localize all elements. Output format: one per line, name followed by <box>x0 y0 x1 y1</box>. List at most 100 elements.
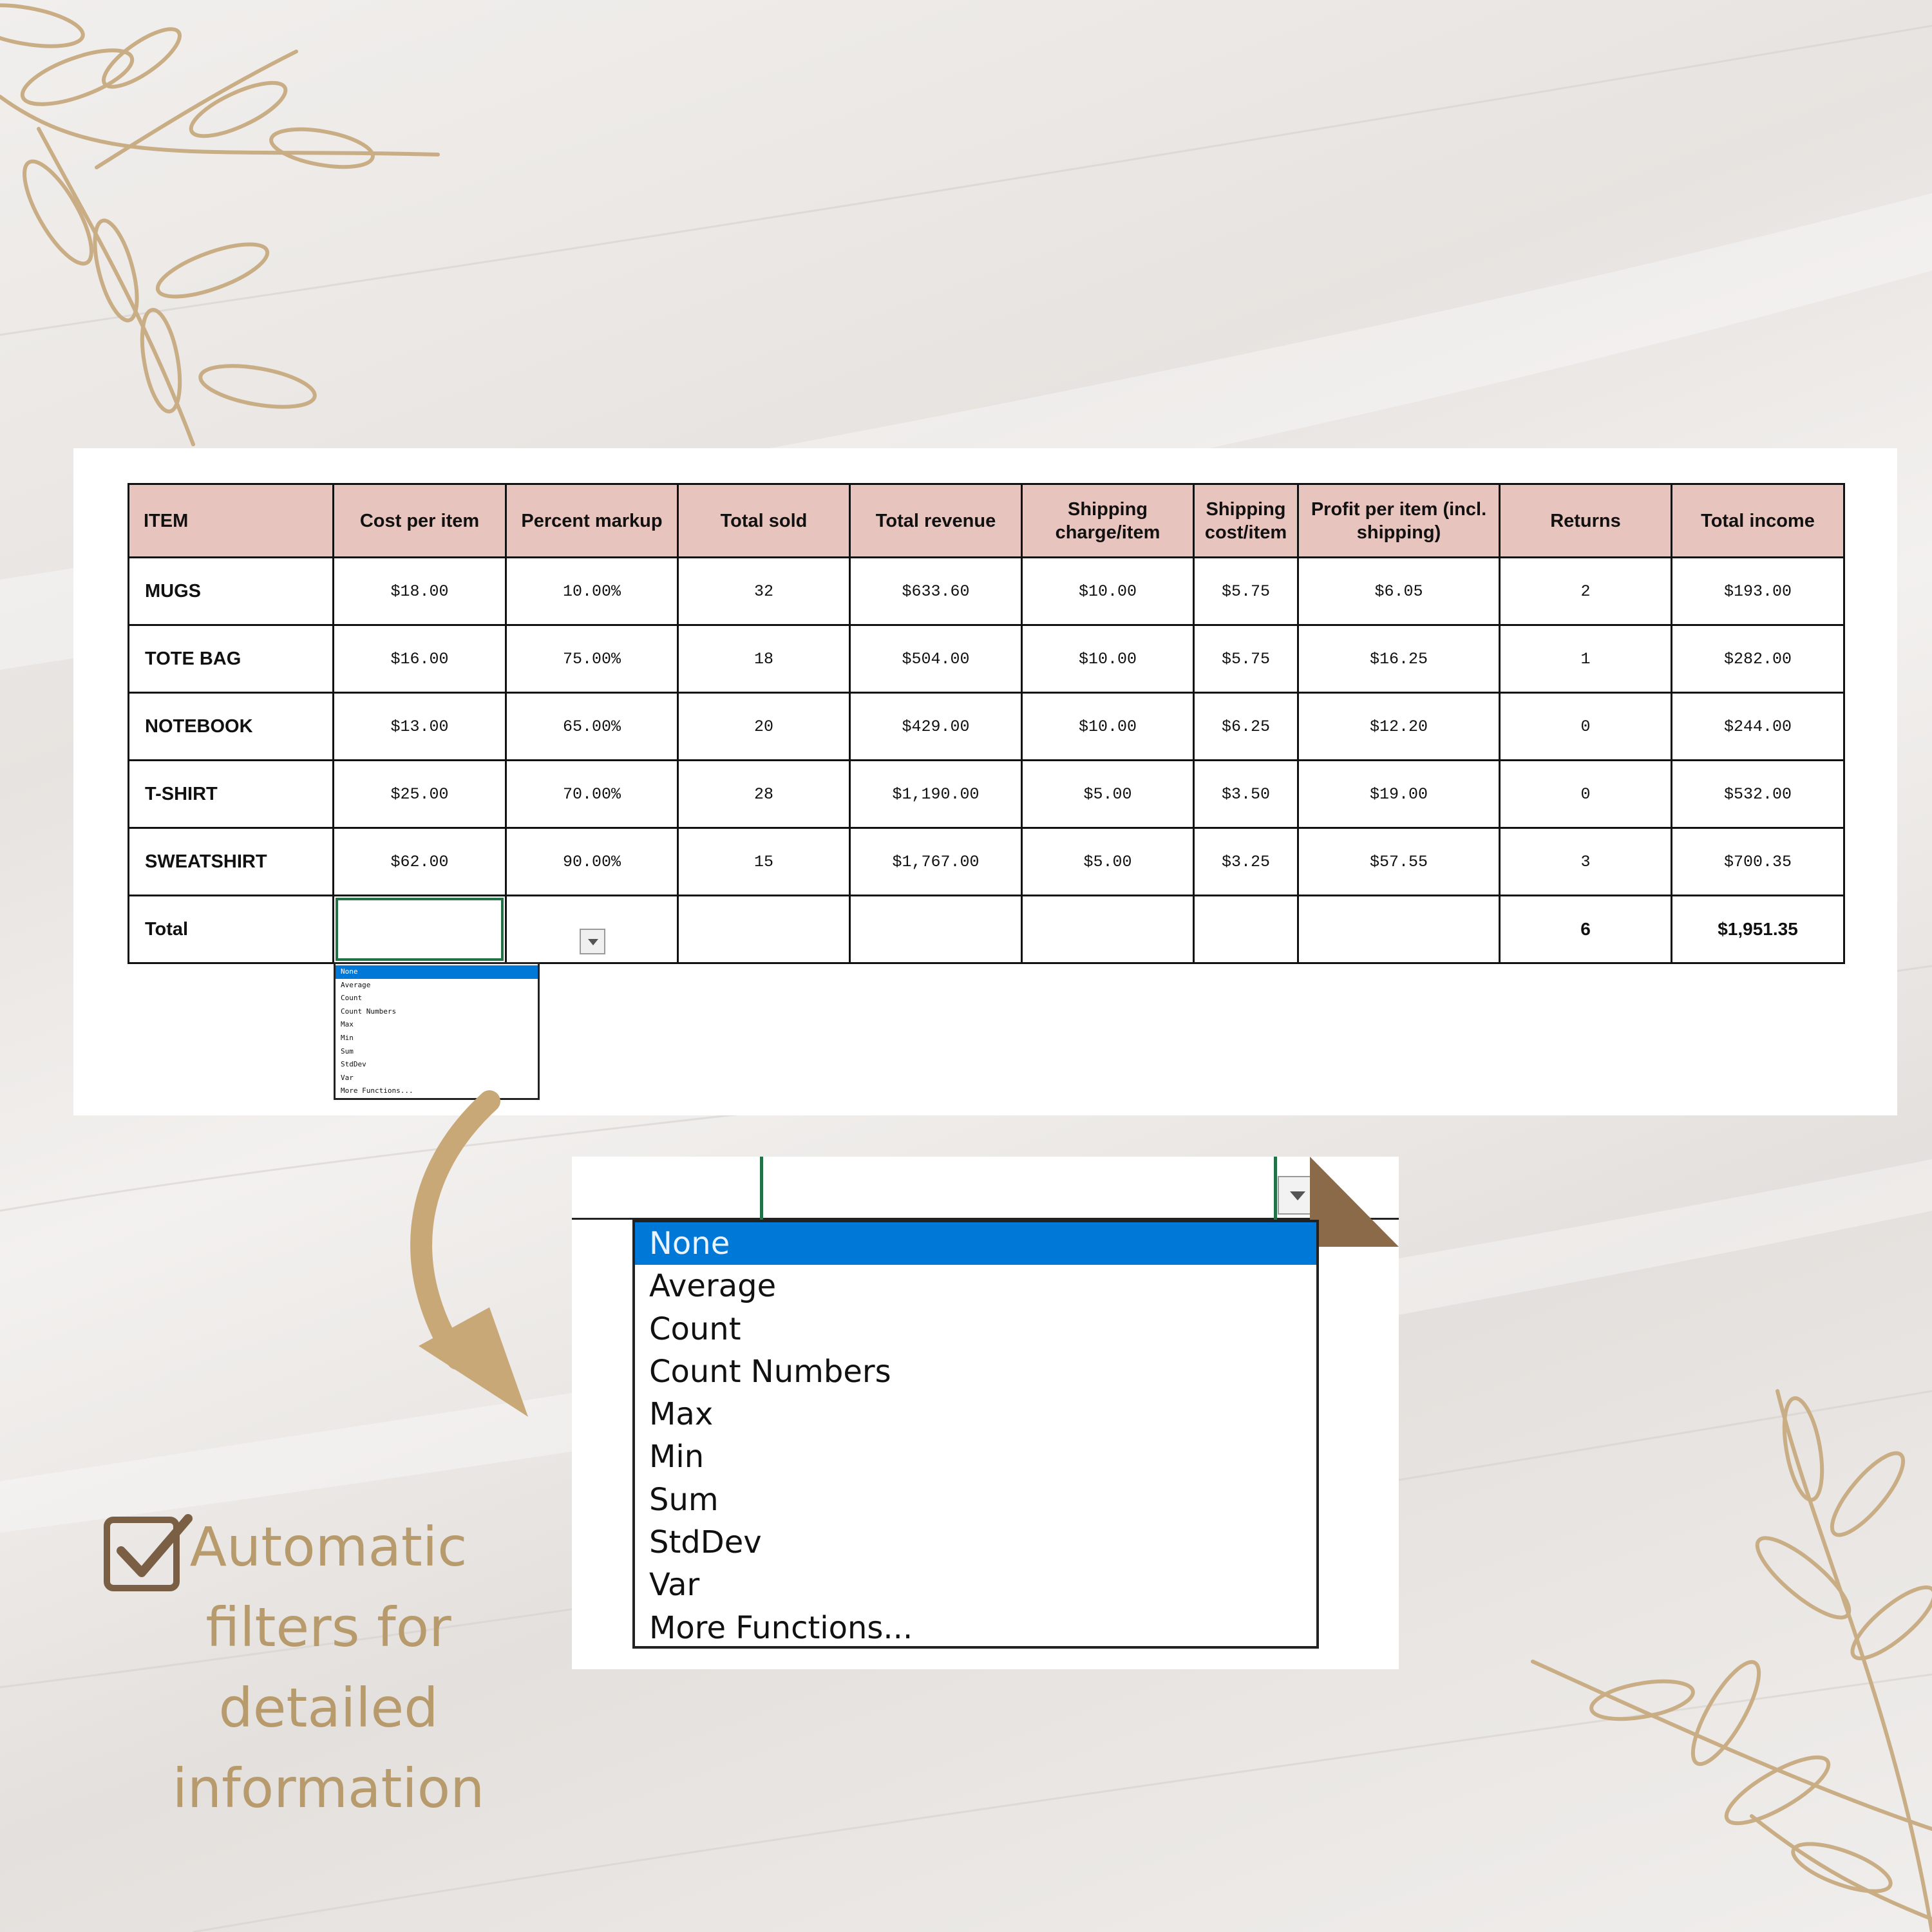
table-cell[interactable] <box>677 895 851 964</box>
table-cell[interactable]: 90.00% <box>505 827 679 896</box>
table-cell[interactable]: 20 <box>677 692 851 761</box>
dropdown-option[interactable]: Count Numbers <box>336 1005 538 1019</box>
table-cell[interactable]: $3.25 <box>1193 827 1299 896</box>
page-corner-fold <box>1310 1157 1399 1247</box>
dropdown-option[interactable]: More Functions... <box>336 1084 538 1098</box>
table-cell[interactable]: 1 <box>1499 624 1672 694</box>
dropdown-option[interactable]: Max <box>635 1393 1316 1435</box>
dropdown-option[interactable]: Min <box>635 1435 1316 1478</box>
table-cell[interactable]: $5.00 <box>1021 759 1195 829</box>
table-cell[interactable]: $532.00 <box>1671 759 1845 829</box>
table-cell[interactable]: 65.00% <box>505 692 679 761</box>
dropdown-option[interactable]: None <box>635 1222 1316 1265</box>
table-cell[interactable]: $25.00 <box>332 759 507 829</box>
table-cell[interactable] <box>1193 895 1299 964</box>
table-cell[interactable]: 15 <box>677 827 851 896</box>
table-cell[interactable]: 75.00% <box>505 624 679 694</box>
sales-table: ITEM Cost per item Percent markup Total … <box>128 483 1845 964</box>
dropdown-option[interactable]: More Functions... <box>635 1607 1316 1649</box>
dropdown-option[interactable]: Max <box>336 1018 538 1032</box>
table-cell[interactable]: 2 <box>1499 556 1672 626</box>
dropdown-option[interactable]: Sum <box>336 1045 538 1059</box>
table-cell[interactable]: $10.00 <box>1021 624 1195 694</box>
table-cell[interactable]: $633.60 <box>849 556 1023 626</box>
table-cell[interactable]: 3 <box>1499 827 1672 896</box>
table-cell[interactable]: $6.05 <box>1297 556 1501 626</box>
dropdown-option[interactable]: StdDev <box>635 1521 1316 1564</box>
table-cell[interactable]: 0 <box>1499 759 1672 829</box>
table-cell[interactable]: $10.00 <box>1021 692 1195 761</box>
table-row: MUGS $18.00 10.00% 32 $633.60 $10.00 $5.… <box>128 556 1845 626</box>
table-cell[interactable]: $19.00 <box>1297 759 1501 829</box>
dropdown-option[interactable]: Count <box>635 1308 1316 1350</box>
item-name-cell[interactable]: SWEATSHIRT <box>128 827 334 896</box>
header-cell: Percent markup <box>505 483 679 558</box>
table-cell[interactable]: 18 <box>677 624 851 694</box>
header-cell: Cost per item <box>332 483 507 558</box>
table-cell[interactable]: $5.00 <box>1021 827 1195 896</box>
table-cell[interactable]: $700.35 <box>1671 827 1845 896</box>
caption-line: information <box>172 1757 485 1820</box>
table-cell[interactable]: 28 <box>677 759 851 829</box>
table-row: T-SHIRT $25.00 70.00% 28 $1,190.00 $5.00… <box>128 759 1845 829</box>
table-cell[interactable]: $5.75 <box>1193 624 1299 694</box>
table-cell[interactable]: $12.20 <box>1297 692 1501 761</box>
table-cell[interactable] <box>1021 895 1195 964</box>
table-row: TOTE BAG $16.00 75.00% 18 $504.00 $10.00… <box>128 624 1845 694</box>
table-cell[interactable]: $18.00 <box>332 556 507 626</box>
dropdown-option[interactable]: Var <box>336 1072 538 1085</box>
dropdown-option[interactable]: Average <box>336 979 538 992</box>
table-row: SWEATSHIRT $62.00 90.00% 15 $1,767.00 $5… <box>128 827 1845 896</box>
item-name-cell[interactable]: MUGS <box>128 556 334 626</box>
cell-selection-border <box>760 1157 763 1220</box>
header-cell: Shipping cost/item <box>1193 483 1299 558</box>
dropdown-option[interactable]: Count Numbers <box>635 1350 1316 1393</box>
table-cell[interactable]: $5.75 <box>1193 556 1299 626</box>
feature-caption: Automatic filters for detailed informati… <box>161 1507 496 1829</box>
table-cell[interactable]: 0 <box>1499 692 1672 761</box>
total-row: Total 6 $1,951.35 <box>128 895 1845 964</box>
item-name-cell[interactable]: NOTEBOOK <box>128 692 334 761</box>
table-cell[interactable]: $16.00 <box>332 624 507 694</box>
table-cell[interactable]: $10.00 <box>1021 556 1195 626</box>
spreadsheet-panel: ITEM Cost per item Percent markup Total … <box>73 448 1897 1115</box>
table-cell[interactable]: $193.00 <box>1671 556 1845 626</box>
table-cell[interactable]: 32 <box>677 556 851 626</box>
table-cell[interactable]: $244.00 <box>1671 692 1845 761</box>
dropdown-option[interactable]: StdDev <box>336 1058 538 1072</box>
table-cell[interactable]: $429.00 <box>849 692 1023 761</box>
dropdown-option[interactable]: Average <box>635 1265 1316 1307</box>
header-row: ITEM Cost per item Percent markup Total … <box>128 483 1845 558</box>
selected-total-cell[interactable] <box>332 895 507 964</box>
chevron-down-icon[interactable] <box>580 929 605 954</box>
table-cell[interactable]: $6.25 <box>1193 692 1299 761</box>
header-cell: Total sold <box>677 483 851 558</box>
table-cell[interactable]: 10.00% <box>505 556 679 626</box>
table-cell[interactable]: $62.00 <box>332 827 507 896</box>
total-label-cell[interactable]: Total <box>128 895 334 964</box>
dropdown-option[interactable]: Count <box>336 992 538 1005</box>
function-dropdown-small[interactable]: None Average Count Count Numbers Max Min… <box>334 962 540 1100</box>
table-cell[interactable]: $57.55 <box>1297 827 1501 896</box>
total-income-cell[interactable]: $1,951.35 <box>1671 895 1845 964</box>
table-cell[interactable]: $3.50 <box>1193 759 1299 829</box>
table-cell[interactable]: 70.00% <box>505 759 679 829</box>
table-cell[interactable]: $282.00 <box>1671 624 1845 694</box>
table-cell[interactable]: $13.00 <box>332 692 507 761</box>
dropdown-option[interactable]: Var <box>635 1564 1316 1606</box>
table-cell[interactable] <box>849 895 1023 964</box>
item-name-cell[interactable]: T-SHIRT <box>128 759 334 829</box>
caption-line: Automatic <box>189 1515 468 1578</box>
item-name-cell[interactable]: TOTE BAG <box>128 624 334 694</box>
total-returns-cell[interactable]: 6 <box>1499 895 1672 964</box>
table-cell[interactable]: $504.00 <box>849 624 1023 694</box>
function-dropdown-large[interactable]: None Average Count Count Numbers Max Min… <box>632 1220 1319 1649</box>
dropdown-option[interactable]: Min <box>336 1032 538 1045</box>
dropdown-option[interactable]: None <box>336 965 538 979</box>
header-cell: Total income <box>1671 483 1845 558</box>
table-cell[interactable]: $1,767.00 <box>849 827 1023 896</box>
table-cell[interactable]: $1,190.00 <box>849 759 1023 829</box>
table-cell[interactable] <box>1297 895 1501 964</box>
table-cell[interactable]: $16.25 <box>1297 624 1501 694</box>
dropdown-option[interactable]: Sum <box>635 1479 1316 1521</box>
